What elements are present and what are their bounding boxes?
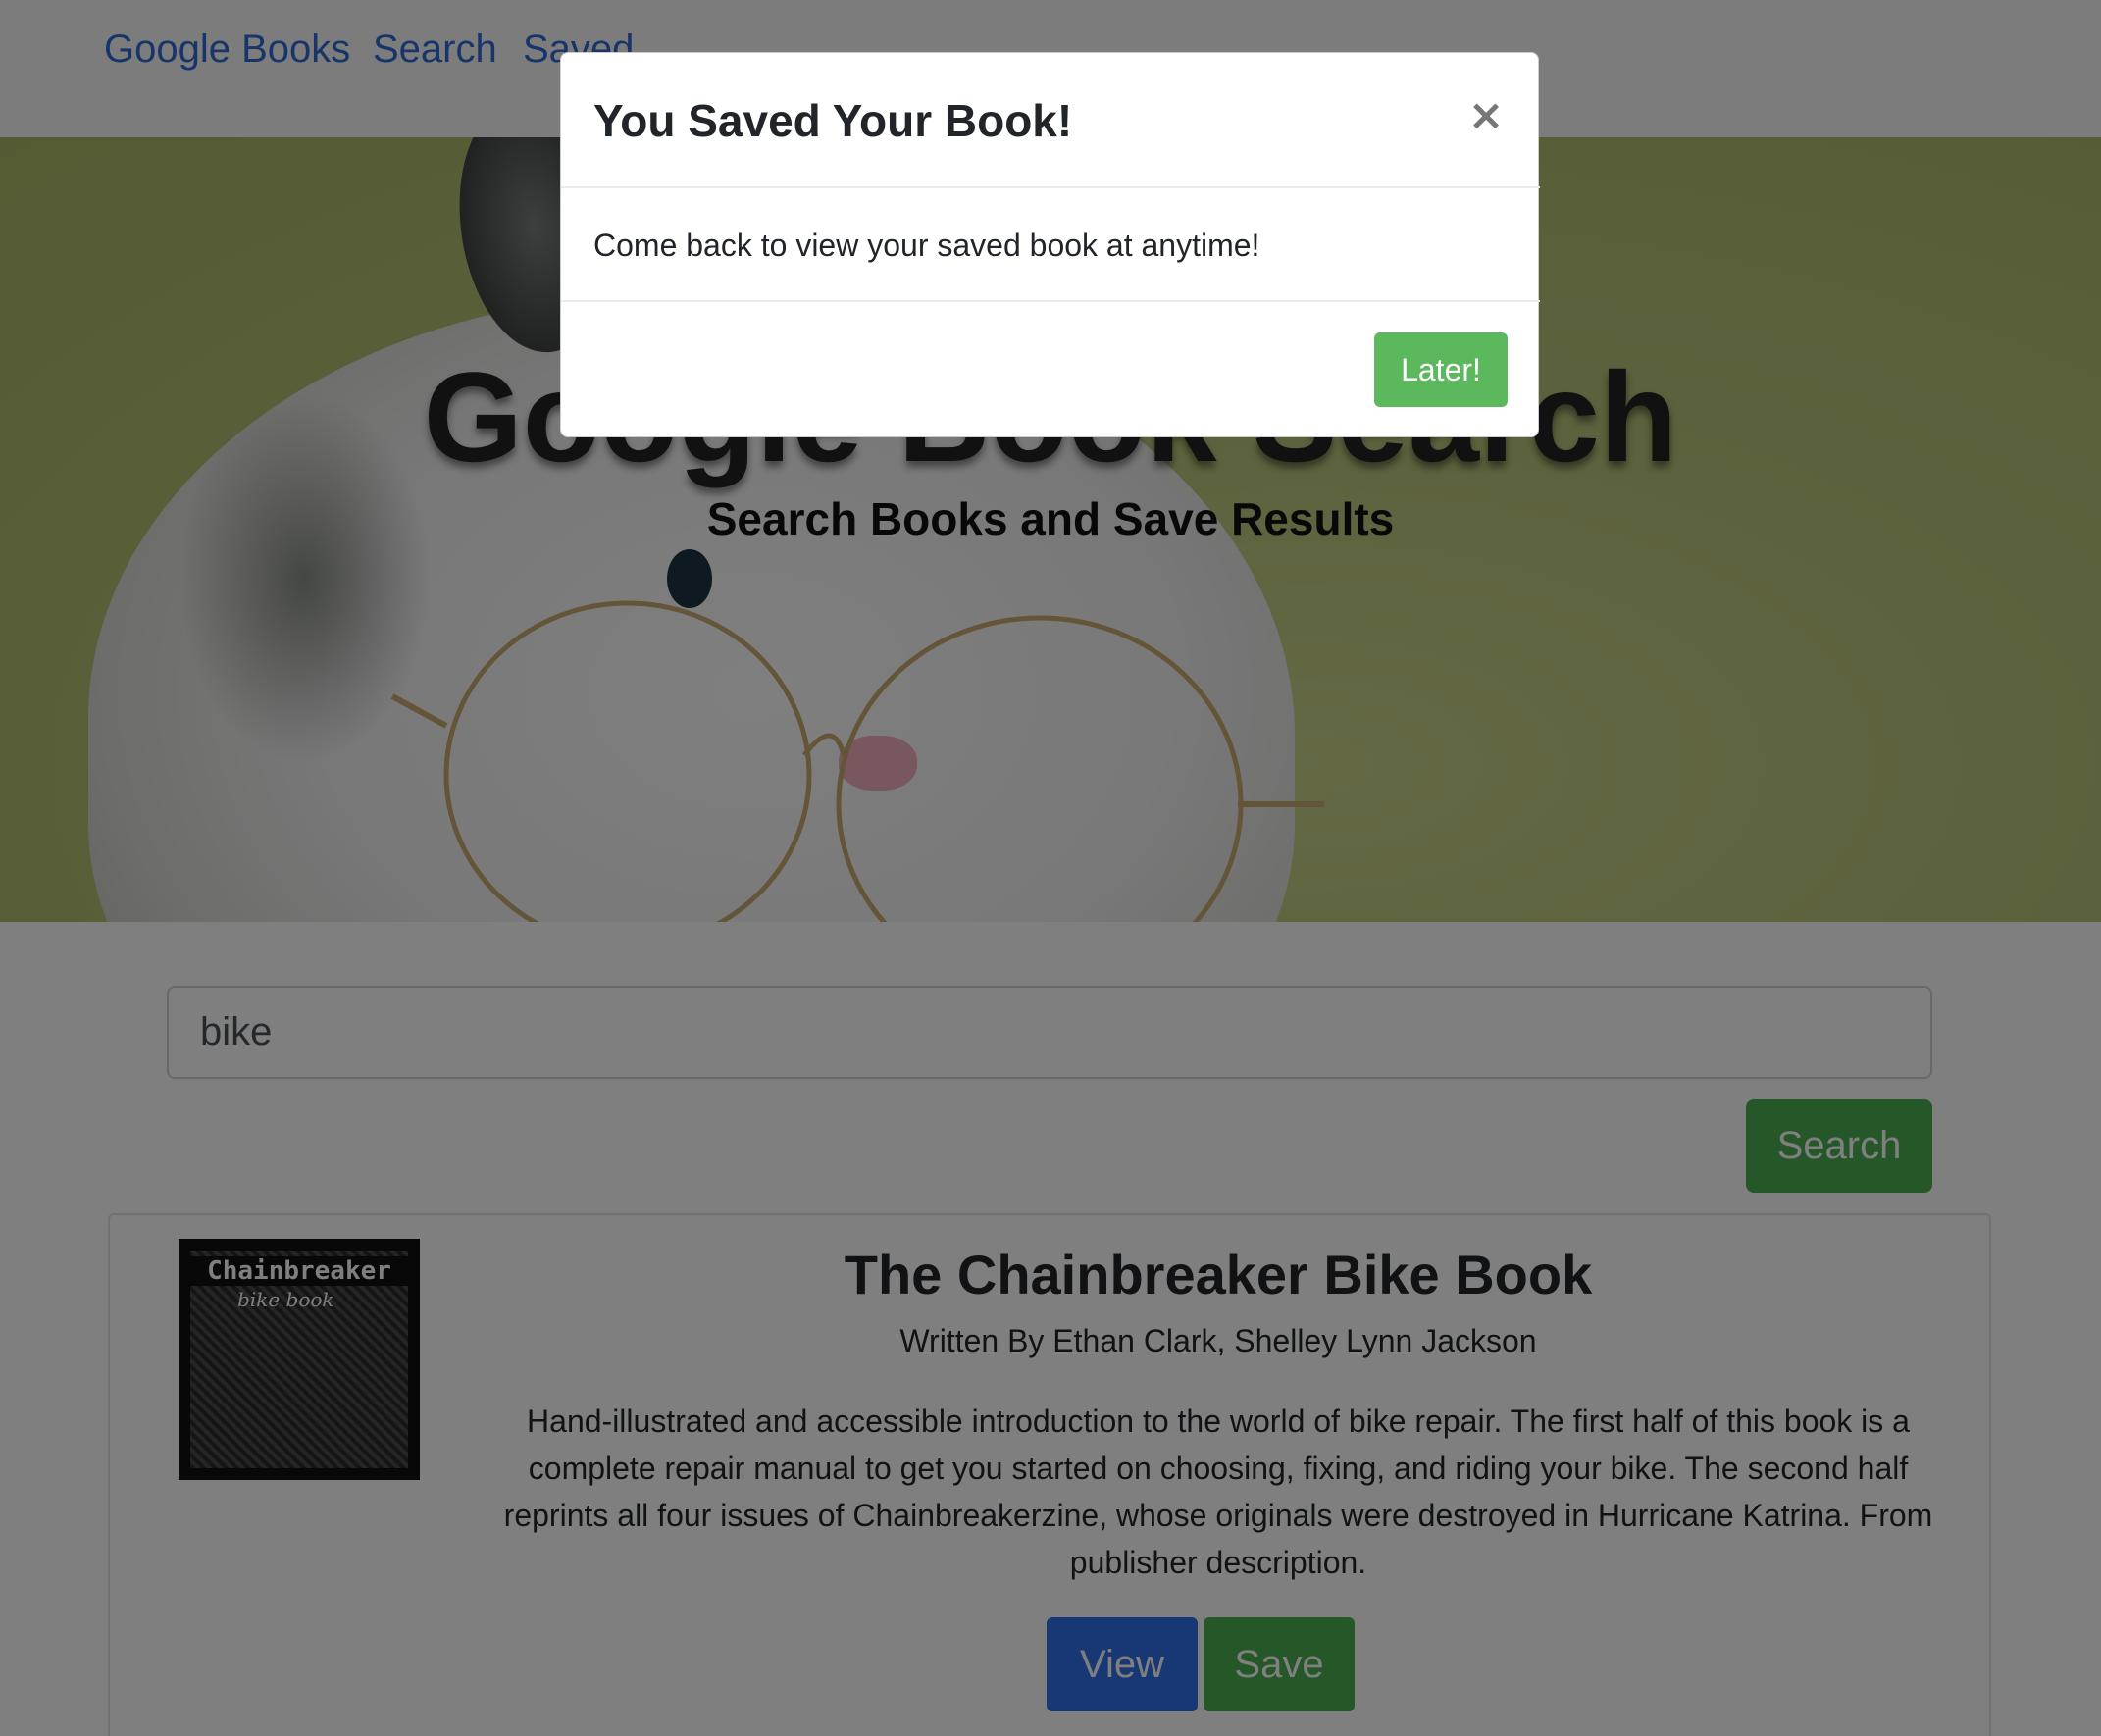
modal-header: You Saved Your Book! × xyxy=(561,53,1540,188)
modal-title: You Saved Your Book! xyxy=(593,95,1073,146)
close-icon[interactable]: × xyxy=(1461,90,1511,140)
later-button[interactable]: Later! xyxy=(1374,332,1508,407)
modal-message: Come back to view your saved book at any… xyxy=(593,228,1260,263)
modal-body: Come back to view your saved book at any… xyxy=(561,188,1540,302)
saved-modal: You Saved Your Book! × Come back to view… xyxy=(560,52,1540,437)
